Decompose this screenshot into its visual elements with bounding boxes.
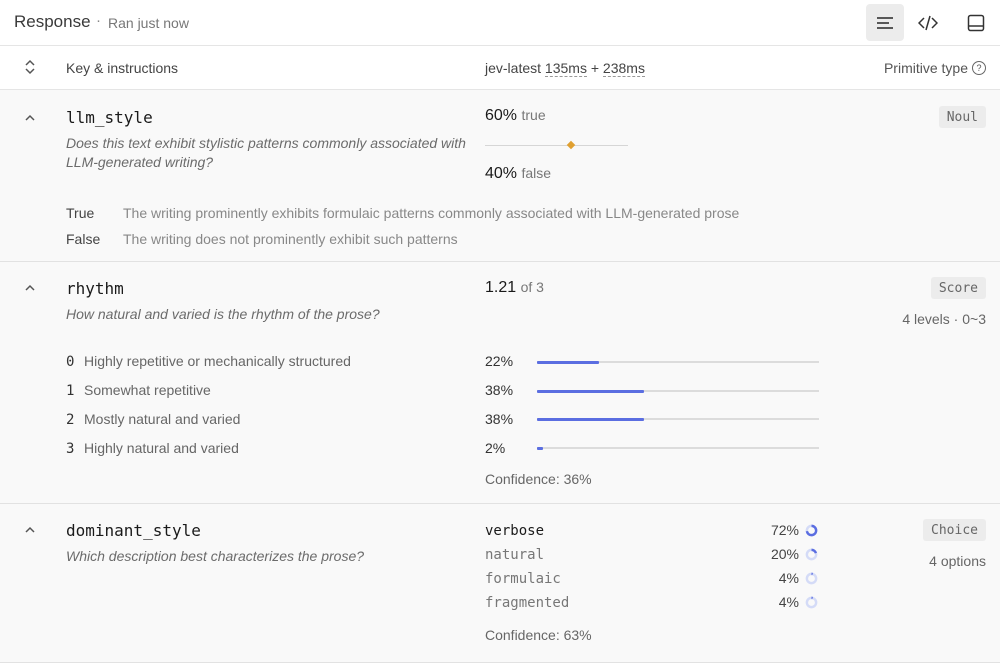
key-name: dominant_style — [66, 521, 201, 540]
code-icon — [918, 15, 938, 30]
true-percent: 60% — [485, 107, 518, 124]
level-bar — [537, 417, 819, 421]
level-label: Mostly natural and varied — [84, 411, 241, 427]
confidence: Confidence: 36% — [485, 471, 592, 487]
level-bar — [537, 446, 819, 450]
level-label: Somewhat repetitive — [84, 382, 211, 398]
option-ring-icon — [805, 596, 818, 609]
definition-value-true: The writing prominently exhibits formula… — [123, 205, 740, 221]
level-percent: 38% — [485, 411, 514, 427]
primitive-type-header: Primitive type — [883, 60, 968, 76]
confidence: Confidence: 63% — [485, 627, 592, 643]
primitive-badge: Noul — [938, 106, 986, 128]
chevron-up-icon[interactable] — [22, 522, 38, 538]
page-title: Response — [14, 12, 91, 31]
response-header: Response · Ran just now — [0, 0, 1000, 46]
key-description: How natural and varied is the rhythm of … — [66, 306, 380, 322]
option-name: formulaic — [485, 571, 561, 587]
primitive-badge: Score — [930, 277, 986, 299]
run-status: Ran just now — [108, 15, 189, 31]
option-name: natural — [485, 547, 545, 563]
level-number: 1 — [66, 383, 75, 399]
level-number: 2 — [66, 412, 75, 428]
key-description: Which description best characterizes the… — [66, 548, 365, 564]
definition-key-true: True — [66, 205, 95, 221]
level-bar — [537, 389, 819, 393]
level-label: Highly repetitive or mechanically struct… — [84, 353, 351, 369]
true-result: 60% true — [485, 107, 546, 125]
chevron-up-icon[interactable] — [22, 280, 38, 296]
level-label: Highly natural and varied — [84, 440, 239, 456]
option-name: verbose — [485, 523, 545, 539]
score-result: 1.21 of 3 — [485, 279, 544, 297]
section-dominant-style: dominant_style Which description best ch… — [0, 504, 1000, 663]
level-bar — [537, 360, 819, 364]
model-header: jev-latest 135ms + 238ms — [485, 60, 645, 77]
score-value: 1.21 — [485, 279, 517, 296]
level-bar-fill — [537, 446, 543, 450]
key-instructions-header: Key & instructions — [66, 60, 179, 76]
key-name: rhythm — [66, 279, 124, 298]
false-label: false — [521, 165, 552, 181]
true-label: true — [521, 107, 546, 123]
level-number: 0 — [66, 354, 75, 370]
text-view-button[interactable] — [866, 4, 904, 41]
option-percent: 4% — [778, 570, 799, 586]
option-ring-icon — [805, 524, 818, 537]
code-view-button[interactable] — [909, 4, 947, 41]
levels-meta: 4 levels · 0~3 — [902, 311, 986, 327]
level-percent: 22% — [485, 353, 514, 369]
level-percent: 38% — [485, 382, 514, 398]
option-percent: 4% — [778, 594, 799, 610]
panel-icon — [967, 14, 985, 31]
panel-toggle-button[interactable] — [957, 4, 995, 41]
level-percent: 2% — [485, 440, 506, 456]
sort-toggle-icon[interactable] — [22, 58, 38, 76]
section-llm-style: llm_style Does this text exhibit stylist… — [0, 90, 1000, 262]
level-bar-fill — [537, 417, 645, 421]
column-header: Key & instructions jev-latest 135ms + 23… — [0, 46, 1000, 90]
latency-a[interactable]: 135ms — [544, 60, 587, 77]
split-marker — [566, 140, 576, 150]
option-ring-icon — [805, 572, 818, 585]
false-result: 40% false — [485, 165, 551, 183]
definition-key-false: False — [66, 231, 101, 247]
latency-plus: + — [590, 60, 600, 76]
option-percent: 20% — [770, 546, 799, 562]
text-lines-icon — [877, 16, 893, 29]
chevron-up-icon[interactable] — [22, 110, 38, 126]
title-separator: · — [96, 12, 101, 29]
option-ring-icon — [805, 548, 818, 561]
section-rhythm: rhythm How natural and varied is the rhy… — [0, 262, 1000, 504]
level-bar-fill — [537, 360, 600, 364]
option-name: fragmented — [485, 595, 570, 611]
primitive-badge: Choice — [923, 519, 986, 541]
level-bar-fill — [537, 389, 645, 393]
definition-value-false: The writing does not prominently exhibit… — [123, 231, 458, 247]
key-description: Does this text exhibit stylistic pattern… — [66, 135, 466, 170]
model-name: jev-latest — [485, 60, 542, 76]
option-percent: 72% — [770, 522, 799, 538]
latency-b[interactable]: 238ms — [602, 60, 645, 77]
key-name: llm_style — [66, 108, 153, 127]
split-track — [485, 140, 628, 150]
help-icon[interactable]: ? — [972, 61, 986, 75]
options-meta: 4 options — [929, 553, 986, 569]
score-max: of 3 — [520, 279, 544, 295]
false-percent: 40% — [485, 165, 518, 182]
level-number: 3 — [66, 441, 75, 457]
